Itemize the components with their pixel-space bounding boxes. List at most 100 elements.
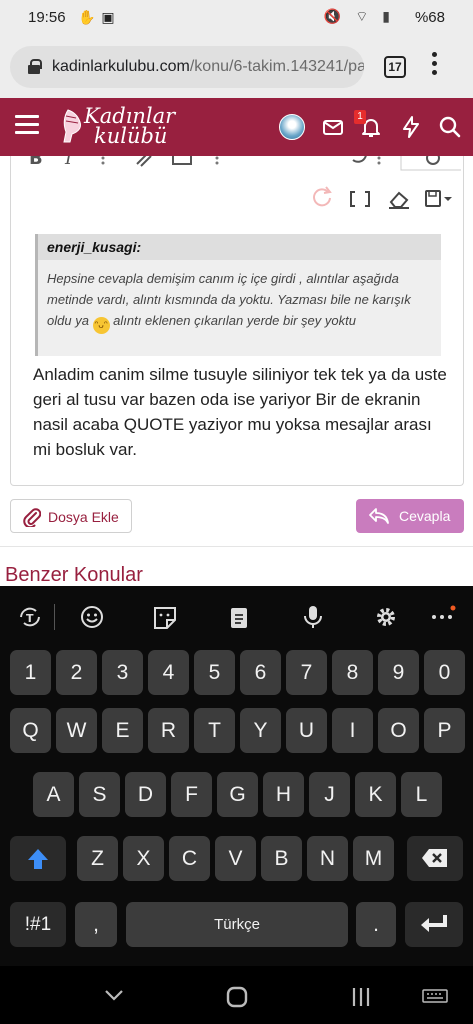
- key-b[interactable]: B: [261, 836, 302, 881]
- battery-level: %68: [414, 9, 445, 26]
- home-icon[interactable]: [226, 986, 248, 1008]
- enter-icon: [421, 915, 447, 932]
- status-time: 19:56: [28, 9, 66, 26]
- key-i[interactable]: I: [332, 708, 373, 753]
- key-a[interactable]: A: [33, 772, 74, 817]
- keyboard-switch-icon[interactable]: [422, 988, 448, 1006]
- url-domain: kadinlarkulubu.com: [52, 58, 190, 75]
- paperclip-icon: [23, 508, 41, 527]
- key-e[interactable]: E: [102, 708, 143, 753]
- key-p[interactable]: P: [424, 708, 465, 753]
- key-d[interactable]: D: [125, 772, 166, 817]
- quote-text-part2: alıntı eklenen çıkarılan yerde bir şey y…: [113, 313, 356, 328]
- emoji-icon[interactable]: [78, 604, 106, 630]
- quoted-message: enerji_kusagi: Hepsine cevapla demişim c…: [35, 234, 441, 356]
- enter-key[interactable]: [405, 902, 463, 947]
- site-header: Kadınlar kulübü 1: [0, 98, 473, 156]
- key-5[interactable]: 5: [194, 650, 235, 695]
- key-7[interactable]: 7: [286, 650, 327, 695]
- lightning-icon[interactable]: [399, 115, 423, 139]
- shift-key[interactable]: [10, 836, 66, 881]
- key-s[interactable]: S: [79, 772, 120, 817]
- key-w[interactable]: W: [56, 708, 97, 753]
- key-v[interactable]: V: [215, 836, 256, 881]
- translate-icon[interactable]: T: [16, 604, 44, 630]
- period-key[interactable]: .: [356, 902, 396, 947]
- key-t[interactable]: T: [194, 708, 235, 753]
- search-icon[interactable]: [438, 115, 462, 139]
- key-f[interactable]: F: [171, 772, 212, 817]
- recent-apps-icon[interactable]: [350, 986, 372, 1008]
- microphone-icon[interactable]: [299, 604, 327, 630]
- system-nav-bar: [0, 966, 473, 1024]
- key-l[interactable]: L: [401, 772, 442, 817]
- key-2[interactable]: 2: [56, 650, 97, 695]
- key-z[interactable]: Z: [77, 836, 118, 881]
- key-y[interactable]: Y: [240, 708, 281, 753]
- keyboard-toolbar: T: [0, 586, 473, 648]
- key-1[interactable]: 1: [10, 650, 51, 695]
- browser-menu-icon[interactable]: [432, 52, 438, 82]
- key-n[interactable]: N: [307, 836, 348, 881]
- space-key[interactable]: Türkçe: [126, 902, 348, 947]
- key-h[interactable]: H: [263, 772, 304, 817]
- site-logo[interactable]: Kadınlar kulübü: [58, 102, 178, 152]
- key-0[interactable]: 0: [424, 650, 465, 695]
- reply-icon: [369, 508, 389, 524]
- backspace-key[interactable]: [407, 836, 463, 881]
- italic-icon: I: [64, 156, 73, 169]
- key-q[interactable]: Q: [10, 708, 51, 753]
- key-g[interactable]: G: [217, 772, 258, 817]
- comma-key[interactable]: ,: [75, 902, 117, 947]
- key-9[interactable]: 9: [378, 650, 419, 695]
- reply-button[interactable]: Cevapla: [356, 499, 464, 533]
- key-8[interactable]: 8: [332, 650, 373, 695]
- key-u[interactable]: U: [286, 708, 327, 753]
- page-content: B I enerji_kusagi: Hepsine cevapla demiş…: [0, 156, 473, 586]
- attach-file-button[interactable]: Dosya Ekle: [10, 499, 132, 533]
- quote-author: enerji_kusagi:: [38, 234, 441, 260]
- key-6[interactable]: 6: [240, 650, 281, 695]
- eraser-icon: [389, 191, 409, 209]
- hide-keyboard-chevron-icon[interactable]: [104, 988, 124, 1002]
- key-k[interactable]: K: [355, 772, 396, 817]
- screen: 19:56 ✋▣ 🔇 ⌔ ▮ %68 kadinlarkulubu.com/ko…: [0, 0, 473, 1024]
- logo-line2: kulübü: [94, 124, 168, 148]
- hamburger-menu-icon[interactable]: [15, 115, 39, 135]
- key-c[interactable]: C: [169, 836, 210, 881]
- settings-gear-icon[interactable]: [372, 604, 400, 630]
- sticker-icon[interactable]: [151, 604, 179, 630]
- url-path: /konu/6-takim.143241/pag: [189, 58, 364, 75]
- toolbar-separator: [54, 604, 55, 630]
- more-options-icon[interactable]: [428, 604, 456, 630]
- message-text[interactable]: Anladim canim silme tusuyle siliniyor te…: [33, 362, 453, 462]
- address-bar[interactable]: kadinlarkulubu.com/konu/6-takim.143241/p…: [10, 46, 364, 88]
- key-4[interactable]: 4: [148, 650, 189, 695]
- key-m[interactable]: M: [353, 836, 394, 881]
- shoe-logo-icon: [63, 109, 81, 143]
- key-3[interactable]: 3: [102, 650, 143, 695]
- laughing-emoji-icon: ᵔᴗᵔ: [92, 317, 110, 334]
- tab-switcher-button[interactable]: 17: [384, 56, 406, 78]
- status-bar: 19:56 ✋▣ 🔇 ⌔ ▮ %68: [0, 0, 473, 36]
- user-avatar[interactable]: [279, 114, 305, 140]
- key-j[interactable]: J: [309, 772, 350, 817]
- key-x[interactable]: X: [123, 836, 164, 881]
- code-brackets-icon: [350, 191, 370, 207]
- key-o[interactable]: O: [378, 708, 419, 753]
- notification-badge: 1: [354, 110, 366, 124]
- symbols-key[interactable]: !#1: [10, 902, 66, 947]
- reply-label: Cevapla: [399, 508, 451, 524]
- mail-icon[interactable]: [321, 115, 345, 139]
- reply-editor[interactable]: B I enerji_kusagi: Hepsine cevapla demiş…: [10, 156, 464, 486]
- bold-icon: B: [29, 156, 43, 169]
- quote-text: Hepsine cevapla demişim canım iç içe gir…: [47, 268, 433, 334]
- editor-actions: Dosya Ekle Cevapla: [0, 496, 473, 540]
- key-r[interactable]: R: [148, 708, 189, 753]
- divider: [0, 546, 473, 547]
- clipboard-icon[interactable]: [225, 604, 253, 630]
- attach-file-label: Dosya Ekle: [48, 509, 119, 525]
- image-icon: [172, 156, 192, 165]
- save-draft-icon: [425, 190, 441, 207]
- on-screen-keyboard: T 1 2 3 4 5 6 7 8 9 0 Q W E R T Y U I O …: [0, 586, 473, 1024]
